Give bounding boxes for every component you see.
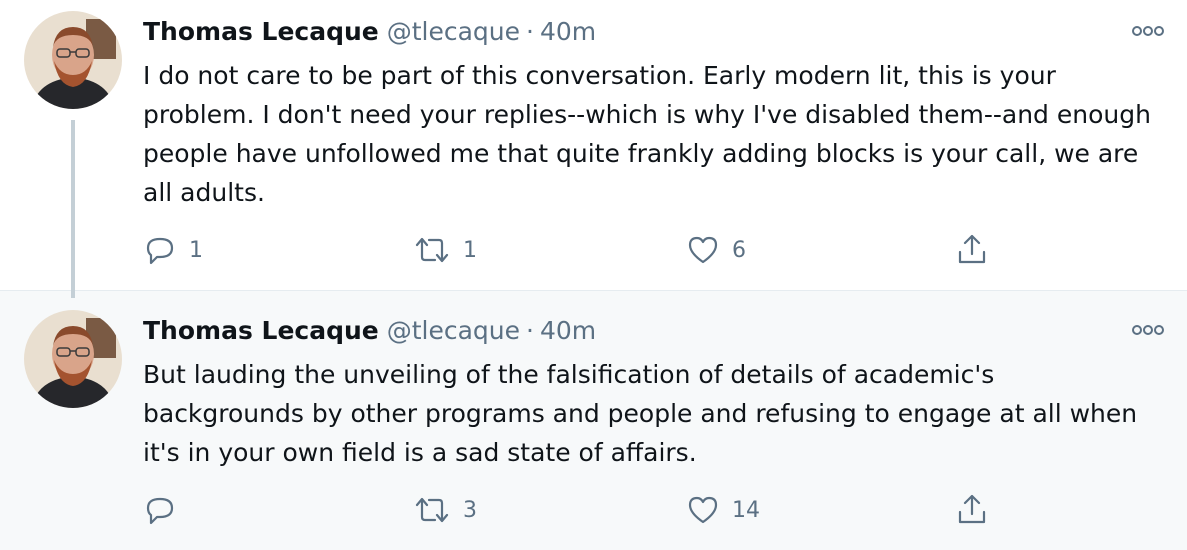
like-count: 14 [732,497,760,523]
display-name[interactable]: Thomas Lecaque [143,316,379,345]
heart-icon [686,233,720,267]
like-count: 6 [732,237,746,263]
share-button[interactable] [955,490,989,530]
tweet-2[interactable]: Thomas Lecaque @tlecaque · 40m But lauding… [0,290,1187,550]
retweet-count: 1 [463,237,477,263]
separator-dot: · [526,17,534,46]
tweet-1[interactable]: Thomas Lecaque @tlecaque · 40m I do not ca… [0,0,1187,290]
share-button[interactable] [955,230,989,270]
timestamp[interactable]: 40m [540,17,596,46]
avatar[interactable] [24,11,122,109]
thread-connector [71,120,75,298]
timestamp[interactable]: 40m [540,316,596,345]
avatar[interactable] [24,310,122,408]
tweet-header: Thomas Lecaque @tlecaque · 40m [143,316,596,346]
retweet-button[interactable]: 3 [413,490,477,530]
reply-button[interactable] [143,490,189,530]
retweet-icon [413,493,451,527]
tweet-text: I do not care to be part of this convers… [143,61,1151,207]
more-options-icon[interactable] [1131,21,1165,41]
reply-count: 1 [189,237,203,263]
retweet-count: 3 [463,497,477,523]
tweet-header: Thomas Lecaque @tlecaque · 40m [143,17,596,47]
reply-icon [143,493,177,527]
like-button[interactable]: 6 [686,230,746,270]
action-bar: 3 14 [143,490,1023,530]
user-handle[interactable]: @tlecaque [387,316,520,345]
display-name[interactable]: Thomas Lecaque [143,17,379,46]
user-handle[interactable]: @tlecaque [387,17,520,46]
action-bar: 1 1 6 [143,230,1023,270]
retweet-icon [413,233,451,267]
more-options-icon[interactable] [1131,320,1165,340]
share-icon [955,233,989,267]
like-button[interactable]: 14 [686,490,760,530]
tweet-text: But lauding the unveiling of the falsifi… [143,360,1138,467]
reply-icon [143,233,177,267]
separator-dot: · [526,316,534,345]
share-icon [955,493,989,527]
heart-icon [686,493,720,527]
retweet-button[interactable]: 1 [413,230,477,270]
reply-button[interactable]: 1 [143,230,203,270]
